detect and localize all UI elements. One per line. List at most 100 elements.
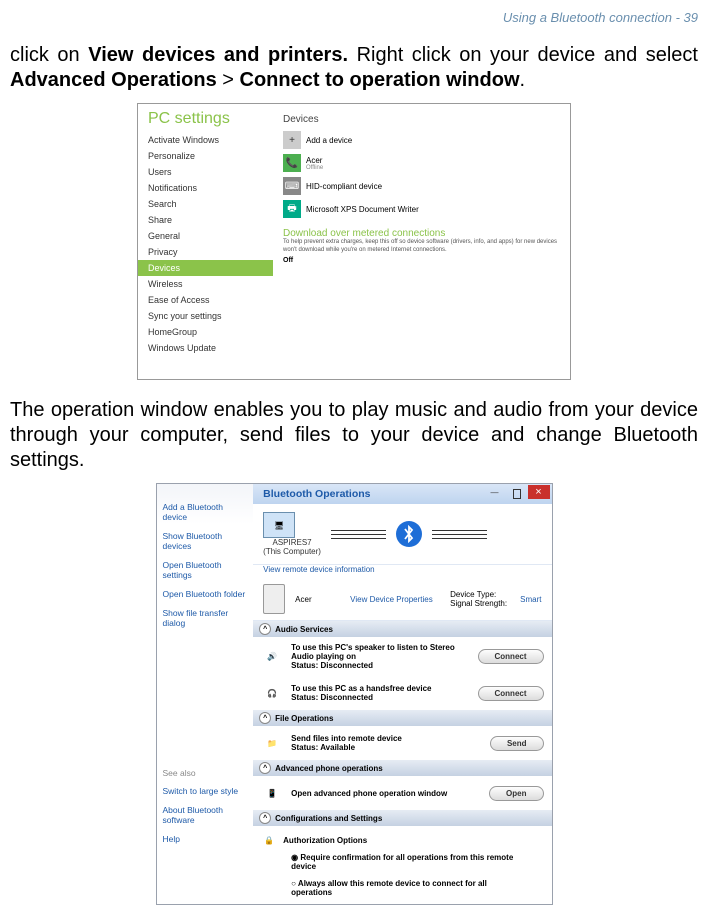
connection-lines	[331, 530, 386, 539]
dev-type-label: Device Type:	[450, 590, 496, 599]
computer-name: ASPIRES7	[263, 538, 321, 547]
p1-pre: click on	[10, 44, 88, 66]
sidebar-item-users[interactable]: Users	[138, 164, 273, 180]
p1-gt: >	[217, 69, 240, 91]
bt-side-panel: Add a Bluetooth device Show Bluetooth de…	[157, 484, 254, 904]
side-link-show[interactable]: Show Bluetooth devices	[163, 531, 248, 551]
file-row: 📁 Send files into remote device Status: …	[253, 726, 551, 760]
device-name: Acer	[306, 156, 323, 165]
radio2-label: Always allow this remote device to conne…	[291, 879, 487, 897]
pc-settings-sidebar: PC settings Activate Windows Personalize…	[138, 104, 273, 379]
plus-icon: +	[283, 131, 301, 149]
window-controls: — ×	[484, 485, 550, 499]
collapse-icon: ^	[259, 712, 271, 724]
audio-row-1: 🔊 To use this PC's speaker to listen to …	[253, 637, 551, 676]
add-device-label: Add a device	[306, 136, 352, 145]
device-name: HID-compliant device	[306, 182, 382, 191]
instruction-paragraph-1: click on View devices and printers. Righ…	[10, 43, 698, 93]
view-props-link[interactable]: View Device Properties	[350, 595, 440, 604]
send-button[interactable]: Send	[490, 736, 544, 751]
audio-section-label: Audio Services	[275, 625, 333, 634]
minimize-button[interactable]: —	[484, 485, 506, 499]
remote-device-row: Acer View Device Properties Device Type:…	[253, 578, 551, 621]
side-link-help[interactable]: Help	[163, 834, 248, 844]
side-link-about[interactable]: About Bluetooth software	[163, 805, 248, 825]
hid-icon: ⌨	[283, 177, 301, 195]
audio1-title: To use this PC's speaker to listen to St…	[291, 643, 469, 661]
device-row[interactable]: ⌨ HID-compliant device	[283, 177, 560, 195]
p1-b3: Connect to operation window	[240, 69, 520, 91]
side-link-transfer[interactable]: Show file transfer dialog	[163, 608, 248, 628]
maximize-button[interactable]	[506, 485, 528, 499]
pc-settings-content: Devices + Add a device 📞 Acer Offline ⌨ …	[273, 104, 570, 379]
open-button[interactable]: Open	[489, 786, 543, 801]
close-button[interactable]: ×	[528, 485, 550, 499]
computer-icon: 🖥	[263, 512, 295, 538]
device-row[interactable]: 🖶 Microsoft XPS Document Writer	[283, 200, 560, 218]
metered-heading: Download over metered connections	[283, 228, 560, 239]
devices-heading: Devices	[283, 114, 560, 125]
collapse-icon: ^	[259, 623, 271, 635]
device-row[interactable]: 📞 Acer Offline	[283, 154, 560, 172]
auth-radio-always[interactable]: ○ Always allow this remote device to con…	[261, 876, 543, 900]
send-files-icon: 📁	[261, 732, 283, 754]
sidebar-item-notifications[interactable]: Notifications	[138, 180, 273, 196]
sidebar-item-personalize[interactable]: Personalize	[138, 148, 273, 164]
page-header: Using a Bluetooth connection - 39	[10, 10, 698, 25]
sidebar-item-privacy[interactable]: Privacy	[138, 244, 273, 260]
speaker-icon: 🔊	[261, 646, 283, 668]
file-title: Send files into remote device	[291, 734, 482, 743]
file-section-label: File Operations	[275, 714, 333, 723]
sidebar-item-search[interactable]: Search	[138, 196, 273, 212]
phone-op-icon: 📱	[261, 782, 283, 804]
pc-settings-title: PC settings	[138, 110, 273, 132]
auth-block: 🔒 Authorization Options ◉ Require confir…	[253, 826, 551, 906]
side-link-add[interactable]: Add a Bluetooth device	[163, 502, 248, 522]
sidebar-item-activate[interactable]: Activate Windows	[138, 132, 273, 148]
device-name: Microsoft XPS Document Writer	[306, 205, 419, 214]
conf-section-header[interactable]: ^ Configurations and Settings	[253, 810, 551, 826]
collapse-icon: ^	[259, 762, 271, 774]
sidebar-item-wireless[interactable]: Wireless	[138, 276, 273, 292]
headset-icon: 🎧	[261, 682, 283, 704]
auth-radio-require[interactable]: ◉ Require confirmation for all operation…	[261, 850, 543, 874]
printer-icon: 🖶	[283, 200, 301, 218]
phone-row: 📱 Open advanced phone operation window O…	[253, 776, 551, 810]
sidebar-item-homegroup[interactable]: HomeGroup	[138, 324, 273, 340]
side-link-folder[interactable]: Open Bluetooth folder	[163, 589, 248, 599]
sidebar-item-sync[interactable]: Sync your settings	[138, 308, 273, 324]
add-device-row[interactable]: + Add a device	[283, 131, 560, 149]
audio2-title: To use this PC as a handsfree device	[291, 684, 469, 693]
audio-row-2: 🎧 To use this PC as a handsfree device S…	[253, 676, 551, 710]
device-status: Offline	[306, 165, 323, 171]
sidebar-item-general[interactable]: General	[138, 228, 273, 244]
bluetooth-operations-screenshot: — × Add a Bluetooth device Show Bluetoot…	[156, 483, 553, 905]
computer-sub: (This Computer)	[263, 547, 321, 556]
connection-lines	[432, 530, 487, 539]
file-section-header[interactable]: ^ File Operations	[253, 710, 551, 726]
sidebar-item-share[interactable]: Share	[138, 212, 273, 228]
bt-main-panel: Bluetooth Operations 🖥 ASPIRES7 (This Co…	[253, 484, 551, 904]
bluetooth-icon	[396, 521, 422, 547]
view-remote-link[interactable]: View remote device information	[253, 565, 551, 578]
see-also-label: See also	[163, 768, 248, 778]
connect-button[interactable]: Connect	[478, 649, 544, 664]
connect-button[interactable]: Connect	[478, 686, 544, 701]
collapse-icon: ^	[259, 812, 271, 824]
pc-settings-screenshot: PC settings Activate Windows Personalize…	[137, 103, 571, 380]
p1-b1: View devices and printers.	[88, 44, 348, 66]
audio1-status: Status: Disconnected	[291, 661, 469, 670]
sidebar-item-ease[interactable]: Ease of Access	[138, 292, 273, 308]
file-status: Status: Available	[291, 743, 482, 752]
side-link-settings[interactable]: Open Bluetooth settings	[163, 560, 248, 580]
audio-section-header[interactable]: ^ Audio Services	[253, 621, 551, 637]
remote-name: Acer	[295, 595, 340, 604]
phone-section-header[interactable]: ^ Advanced phone operations	[253, 760, 551, 776]
side-link-switch[interactable]: Switch to large style	[163, 786, 248, 796]
sidebar-item-update[interactable]: Windows Update	[138, 340, 273, 356]
toggle-off-label[interactable]: Off	[283, 257, 560, 264]
audio2-status: Status: Disconnected	[291, 693, 469, 702]
p1-end: .	[520, 69, 526, 91]
pairing-box: 🖥 ASPIRES7 (This Computer)	[253, 504, 551, 565]
sidebar-item-devices[interactable]: Devices	[138, 260, 273, 276]
